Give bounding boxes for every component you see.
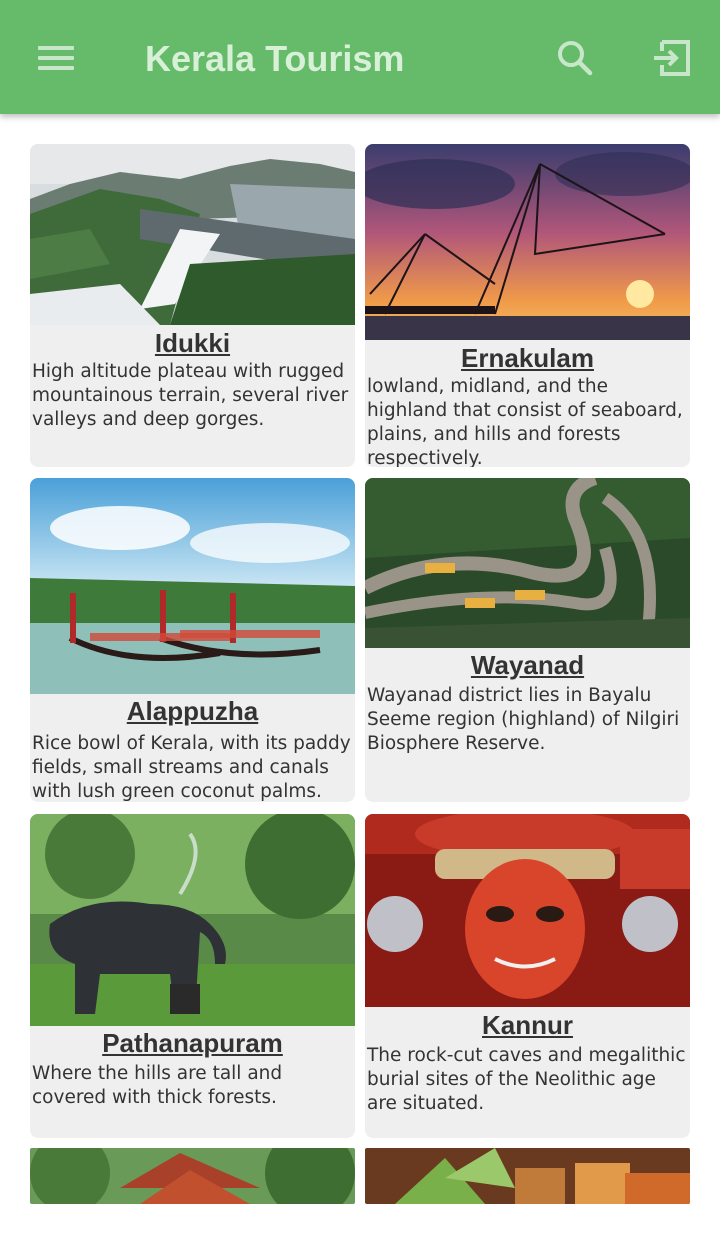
menu-icon[interactable] xyxy=(30,38,82,78)
elephant-photo xyxy=(30,814,355,1026)
theyyam-performer-photo xyxy=(365,814,690,1007)
place-description: Rice bowl of Kerala, with its paddy fiel… xyxy=(32,733,351,802)
place-card-alappuzha[interactable]: Alappuzha Rice bowl of Kerala, with its … xyxy=(30,478,355,802)
place-name: Idukki xyxy=(154,328,231,358)
place-description: Wayanad district lies in Bayalu Seeme re… xyxy=(367,685,680,754)
place-name: Pathanapuram xyxy=(102,1028,283,1058)
app-title: Kerala Tourism xyxy=(145,38,405,79)
place-card-ernakulam[interactable]: Ernakulam lowland, midland, and the high… xyxy=(365,144,690,467)
place-description: The rock-cut caves and megalithic burial… xyxy=(367,1045,686,1114)
place-name: Alappuzha xyxy=(126,696,259,726)
place-name: Kannur xyxy=(482,1010,573,1040)
temple-roof-photo[interactable] xyxy=(30,1148,355,1204)
place-description: Where the hills are tall and covered wit… xyxy=(32,1063,283,1108)
dam-reservoir-photo xyxy=(30,144,355,325)
snake-boat-race-photo xyxy=(30,478,355,694)
places-grid: Idukki High altitude plateau with rugged… xyxy=(16,128,706,1222)
food-plate-photo[interactable] xyxy=(365,1148,690,1204)
place-card-idukki[interactable]: Idukki High altitude plateau with rugged… xyxy=(30,144,355,467)
place-card-pathanapuram[interactable]: Pathanapuram Where the hills are tall an… xyxy=(30,814,355,1138)
hairpin-bend-road-photo xyxy=(365,478,690,648)
search-icon[interactable] xyxy=(552,35,598,81)
place-card-kannur[interactable]: Kannur The rock-cut caves and megalithic… xyxy=(365,814,690,1138)
place-description: lowland, midland, and the highland that … xyxy=(367,376,683,467)
place-card-wayanad[interactable]: Wayanad Wayanad district lies in Bayalu … xyxy=(365,478,690,802)
logout-icon[interactable] xyxy=(648,35,694,81)
place-description: High altitude plateau with rugged mounta… xyxy=(32,361,349,430)
app-bar: Kerala Tourism xyxy=(0,0,720,114)
place-name: Ernakulam xyxy=(461,343,594,373)
place-name: Wayanad xyxy=(470,650,585,680)
chinese-fishing-nets-sunset-photo xyxy=(365,144,690,340)
